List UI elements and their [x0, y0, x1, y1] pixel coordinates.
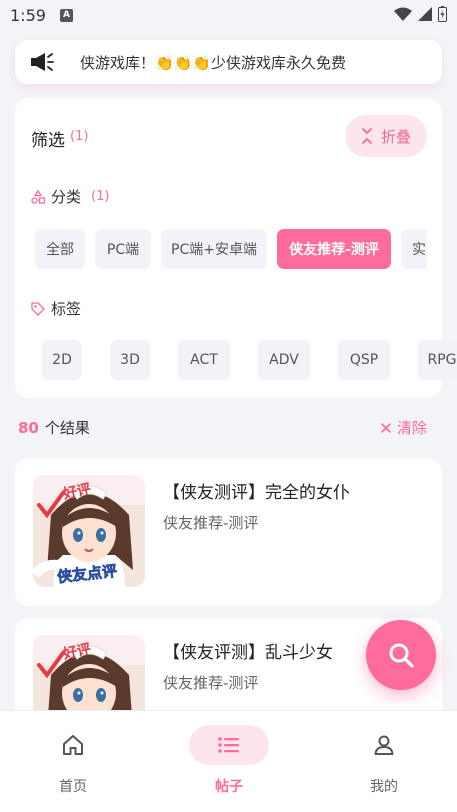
close-icon [381, 422, 391, 433]
battery-icon [438, 6, 447, 22]
tag-chip-row: 2D 3D ACT ADV QSP RPG [42, 340, 457, 380]
filter-title: 筛选 [31, 131, 65, 151]
tags-section-label: 标签 [31, 298, 81, 319]
nav-label-home: 首页 [59, 779, 87, 795]
home-icon [63, 735, 83, 755]
notice-banner[interactable]: 侠游戏库！👏👏👏少侠游戏库永久免费 [15, 40, 442, 84]
result-label: 个结果 [44, 419, 90, 437]
tag-chip-rpg[interactable]: RPG [418, 340, 457, 380]
filter-panel: 筛选 (1) 折叠 分类 (1) 全部 PC端 PC端+安卓端 侠友推荐-测评 … [15, 98, 457, 398]
nav-label-posts: 帖子 [215, 779, 243, 795]
category-chip-pc[interactable]: PC端 [95, 229, 151, 269]
result-number: 80 [18, 419, 39, 437]
nav-label-profile: 我的 [370, 779, 398, 795]
clear-button[interactable]: 清除 [381, 417, 427, 438]
category-chip-recommend-review[interactable]: 侠友推荐-测评 [277, 229, 391, 269]
fold-label: 折叠 [380, 127, 411, 146]
category-chip-pc-android[interactable]: PC端+安卓端 [161, 229, 267, 269]
wifi-icon [394, 7, 412, 21]
user-icon [374, 735, 394, 755]
signal-icon [418, 7, 432, 21]
tag-chip-adv[interactable]: ADV [258, 340, 310, 380]
nav-item-home[interactable]: 首页 [18, 725, 128, 796]
post-category: 侠友推荐-测评 [163, 514, 259, 532]
notification-icon: A [60, 9, 73, 22]
category-icon [31, 189, 45, 204]
status-bar: 1:59 A [0, 0, 457, 32]
collapse-icon [362, 128, 372, 144]
status-icons [394, 6, 447, 22]
tag-chip-3d[interactable]: 3D [110, 340, 150, 380]
category-chip-row: 全部 PC端 PC端+安卓端 侠友推荐-测评 实 [35, 229, 427, 269]
category-section-label: 分类 (1) [31, 186, 109, 207]
nav-item-posts[interactable]: 帖子 [174, 725, 284, 796]
tags-label: 标签 [51, 300, 82, 318]
megaphone-icon [31, 53, 54, 71]
list-icon [218, 737, 239, 753]
tag-chip-act[interactable]: ACT [178, 340, 230, 380]
bottom-nav: 首页 帖子 我的 [0, 710, 457, 812]
filter-count: (1) [70, 129, 89, 144]
post-title: 【侠友测评】完全的女仆 [163, 483, 350, 503]
post-category: 侠友推荐-测评 [163, 674, 259, 692]
clear-label: 清除 [397, 419, 428, 437]
result-count: 80 个结果 [18, 417, 90, 438]
tag-chip-2d[interactable]: 2D [42, 340, 82, 380]
status-time: 1:59 [10, 6, 46, 25]
category-chip-more[interactable]: 实 [401, 229, 427, 269]
category-label: 分类 [51, 188, 82, 206]
notice-text: 侠游戏库！👏👏👏少侠游戏库永久免费 [80, 54, 347, 72]
post-card[interactable]: 好评 侠友点评 【侠友测评】完全的女仆 侠友推荐-测评 [15, 458, 442, 606]
post-title: 【侠友评测】乱斗少女 [163, 643, 333, 663]
search-icon [389, 643, 414, 668]
tag-icon [31, 301, 45, 316]
fold-button[interactable]: 折叠 [345, 115, 427, 157]
tag-chip-qsp[interactable]: QSP [338, 340, 390, 380]
category-chip-all[interactable]: 全部 [35, 229, 85, 269]
category-count: (1) [91, 189, 110, 204]
nav-item-profile[interactable]: 我的 [329, 725, 439, 796]
search-fab[interactable] [366, 620, 436, 690]
post-thumbnail: 好评 侠友点评 [33, 475, 145, 587]
